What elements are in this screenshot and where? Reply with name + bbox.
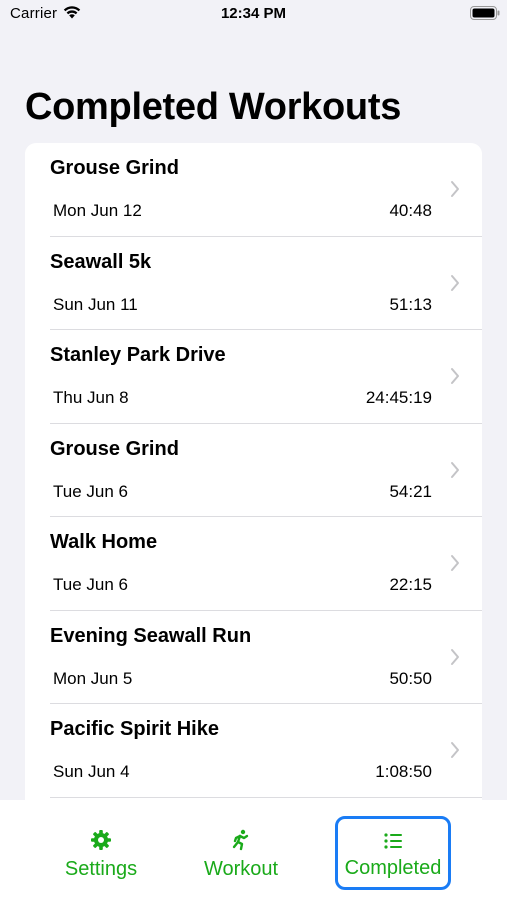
tab-completed[interactable]: Completed <box>335 816 451 890</box>
gear-icon <box>91 830 111 850</box>
tab-workout-label: Workout <box>203 858 279 880</box>
workout-row[interactable]: Evening Seawall Run Mon Jun 5 50:50 <box>25 611 482 704</box>
tab-settings[interactable]: Settings <box>43 816 159 892</box>
workout-date: Tue Jun 6 <box>53 575 128 594</box>
workout-title: Stanley Park Drive <box>50 344 226 366</box>
battery-icon <box>470 6 500 20</box>
workout-title: Grouse Grind <box>50 437 179 460</box>
chevron-right-icon <box>451 368 459 384</box>
workout-duration: 51:13 <box>389 294 432 314</box>
workout-list: Grouse Grind Mon Jun 12 40:48 Seawall 5k Sun… <box>25 143 482 803</box>
workout-date: Sun Jun 11 <box>53 294 138 314</box>
workout-title: Pacific Spirit Hike <box>50 718 219 740</box>
workout-row[interactable]: Stanley Park Drive Thu Jun 8 24:45:19 <box>25 330 482 424</box>
workout-duration: 54:21 <box>389 481 432 501</box>
workout-date: Tue Jun 6 <box>53 481 128 501</box>
workout-title: Seawall 5k <box>50 250 152 273</box>
tab-settings-label: Settings <box>64 858 138 880</box>
workout-row[interactable]: Grouse Grind Tue Jun 6 54:21 <box>25 424 482 517</box>
workout-row[interactable]: Walk Home Tue Jun 6 22:15 <box>25 517 482 611</box>
status-time: 12:34 PM <box>220 5 287 22</box>
list-icon <box>384 833 402 849</box>
workout-row[interactable]: Pacific Spirit Hike Sun Jun 4 1:08:50 <box>25 704 482 798</box>
tab-completed-label: Completed <box>344 857 442 879</box>
workout-date: Mon Jun 12 <box>53 201 142 220</box>
workout-duration: 40:48 <box>389 201 432 220</box>
workout-title: Grouse Grind <box>50 157 179 179</box>
workout-duration: 1:08:50 <box>375 762 432 781</box>
tab-workout[interactable]: Workout <box>183 816 299 892</box>
chevron-right-icon <box>451 461 459 478</box>
chevron-right-icon <box>451 181 459 197</box>
page-title: Completed Workouts <box>25 86 402 128</box>
workout-row[interactable]: Seawall 5k Sun Jun 11 51:13 <box>25 237 482 330</box>
row-divider <box>50 796 482 798</box>
chevron-right-icon <box>451 555 459 571</box>
workout-date: Mon Jun 5 <box>53 668 133 688</box>
chevron-right-icon <box>451 742 459 758</box>
status-bar: Carrier 12:34 PM <box>0 0 507 30</box>
workout-duration: 22:15 <box>389 575 432 594</box>
running-figure-icon <box>232 829 249 851</box>
tab-bar: Settings Workout Completed <box>0 800 507 900</box>
workout-title: Evening Seawall Run <box>50 624 252 647</box>
workout-title: Walk Home <box>50 531 158 553</box>
workout-date: Thu Jun 8 <box>53 388 129 407</box>
workout-duration: 50:50 <box>389 668 432 688</box>
workout-duration: 24:45:19 <box>365 388 432 407</box>
chevron-right-icon <box>451 274 459 291</box>
workout-row[interactable]: Grouse Grind Mon Jun 12 40:48 <box>25 143 482 237</box>
workout-date: Sun Jun 4 <box>53 762 130 781</box>
chevron-right-icon <box>451 648 459 665</box>
